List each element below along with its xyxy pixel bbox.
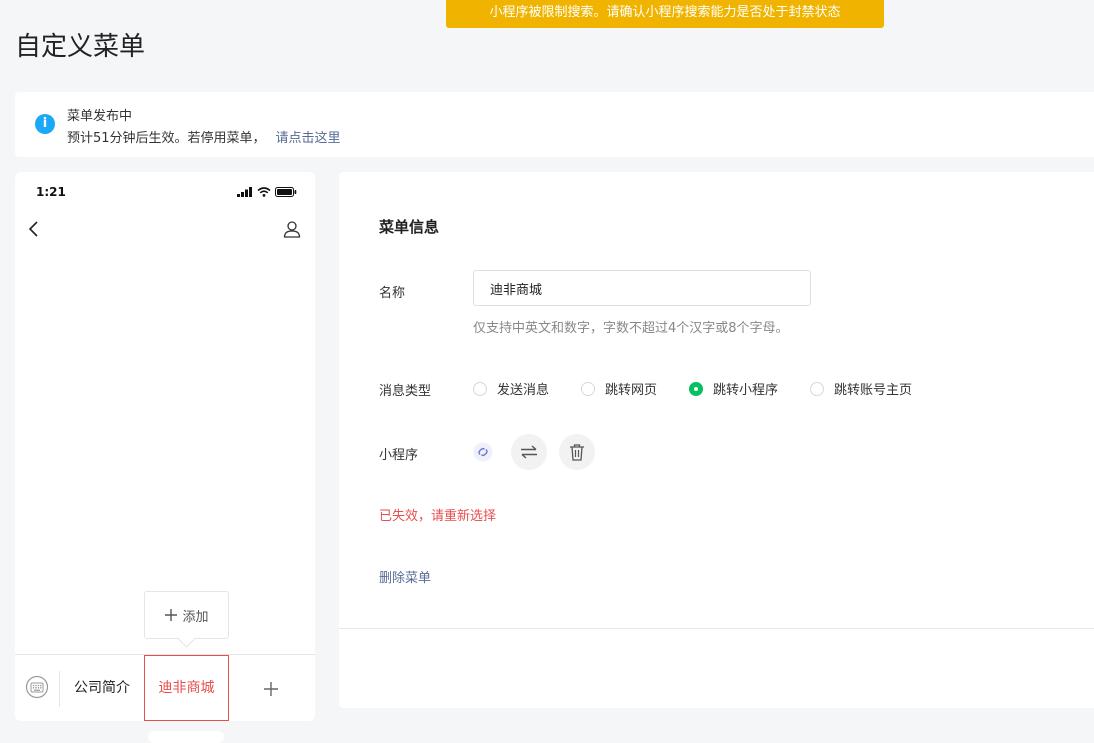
disable-menu-link[interactable]: 请点击这里: [276, 131, 341, 146]
back-icon[interactable]: [27, 220, 41, 238]
menu-item-store[interactable]: 迪非商城: [144, 655, 229, 721]
mini-program-label: 小程序: [379, 448, 419, 463]
battery-icon: [275, 187, 297, 197]
radio-dot: [581, 381, 596, 396]
preview-pill: [148, 731, 224, 743]
page-title: 自定义菜单: [15, 32, 146, 62]
add-submenu-popup[interactable]: 添加: [144, 591, 229, 639]
menu-info-panel: 菜单信息 名称 仅支持中英文和数字，字数不超过4个汉字或8个字母。 消息类型 发…: [339, 172, 1094, 708]
radio-send-message[interactable]: 发送消息: [473, 379, 549, 398]
add-menu-button[interactable]: [227, 655, 315, 722]
phone-menu-bar: 公司简介 迪非商城: [15, 654, 315, 722]
warning-banner: 小程序被限制搜索。请确认小程序搜索能力是否处于封禁状态: [446, 0, 884, 28]
swap-button[interactable]: [511, 434, 547, 470]
info-icon: i: [35, 114, 55, 134]
delete-menu-link[interactable]: 删除菜单: [379, 567, 431, 586]
radio-dot: [689, 381, 704, 396]
trash-icon: [570, 444, 584, 461]
add-label: 添加: [182, 609, 209, 625]
section-title: 菜单信息: [379, 218, 440, 236]
name-input[interactable]: [473, 270, 811, 306]
name-label: 名称: [379, 286, 406, 301]
mini-program-row: [473, 434, 607, 470]
menu-item-company[interactable]: 公司简介: [60, 655, 144, 722]
radio-dot: [473, 381, 487, 396]
radio-label: 跳转小程序: [713, 383, 779, 398]
wifi-icon: [257, 187, 271, 197]
radio-mini-program[interactable]: 跳转小程序: [689, 379, 778, 398]
notice-body: 预计51分钟后生效。若停用菜单，: [67, 131, 266, 146]
phone-preview: 1:21 添加 公司简介 迪非商城: [15, 172, 315, 721]
radio-label: 跳转网页: [605, 383, 658, 398]
plus-icon: [165, 609, 178, 621]
notice-text: 预计51分钟后生效。若停用菜单， 请点击这里: [67, 127, 341, 146]
expired-error: 已失效，请重新选择: [379, 509, 497, 524]
notice-title: 菜单发布中: [67, 109, 133, 124]
status-time: 1:21: [36, 185, 66, 199]
delete-mini-program-button[interactable]: [559, 434, 595, 470]
signal-icon: [237, 187, 252, 197]
link-icon: [473, 442, 493, 462]
radio-web-page[interactable]: 跳转网页: [581, 379, 657, 398]
keyboard-icon[interactable]: [25, 675, 49, 699]
publish-notice: i 菜单发布中 预计51分钟后生效。若停用菜单， 请点击这里: [15, 92, 1094, 157]
radio-label: 发送消息: [497, 383, 550, 398]
panel-divider: [339, 628, 1094, 629]
plus-icon: [264, 681, 278, 696]
radio-account-home[interactable]: 跳转账号主页: [810, 379, 912, 398]
status-icons: [237, 187, 297, 197]
name-hint: 仅支持中英文和数字，字数不超过4个汉字或8个字母。: [473, 321, 789, 336]
radio-label: 跳转账号主页: [834, 383, 913, 398]
user-icon[interactable]: [283, 220, 301, 238]
type-label: 消息类型: [379, 384, 432, 399]
radio-dot: [810, 381, 825, 396]
swap-icon: [521, 445, 537, 459]
message-type-group: 发送消息 跳转网页 跳转小程序 跳转账号主页: [473, 379, 944, 398]
